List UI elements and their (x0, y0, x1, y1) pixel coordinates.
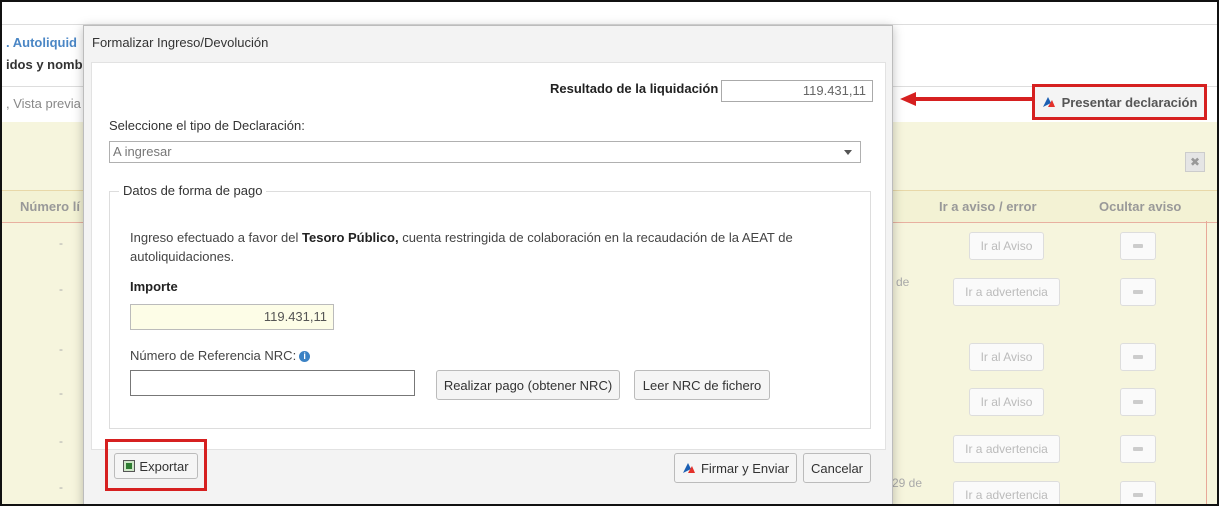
column-ir-aviso: Ir a aviso / error (939, 199, 1037, 214)
eye-slash-icon[interactable] (1120, 343, 1156, 371)
tipo-declaracion-value: A ingresar (113, 144, 172, 159)
resultado-label: Resultado de la liquidación (550, 81, 719, 96)
ingreso-description: Ingreso efectuado a favor del Tesoro Púb… (130, 228, 830, 266)
row-text-fragment: 29 de (892, 476, 923, 490)
column-numero: Número lí (20, 199, 80, 214)
eye-slash-icon[interactable] (1120, 278, 1156, 306)
aeat-logo-icon (682, 462, 696, 474)
nrc-label-row: Número de Referencia NRC: i (130, 348, 311, 363)
ir-a-advertencia-button[interactable]: Ir a advertencia (953, 278, 1060, 306)
chevron-down-icon (844, 150, 852, 155)
info-icon[interactable]: i (299, 351, 311, 363)
ir-a-advertencia-button[interactable]: Ir a advertencia (953, 481, 1060, 504)
row-number: - (59, 236, 63, 250)
row-number: - (59, 386, 63, 400)
eye-slash-icon[interactable] (1120, 481, 1156, 504)
row-number: - (59, 480, 63, 494)
page-subtitle: idos y nomb (6, 57, 83, 72)
export-icon (123, 460, 136, 472)
close-icon[interactable]: ✖ (1185, 152, 1205, 172)
eye-slash-icon[interactable] (1120, 388, 1156, 416)
screen-frame: . Autoliquid idos y nomb , Vista previa … (0, 0, 1219, 506)
importe-field: 119.431,11 (130, 304, 334, 330)
ir-a-advertencia-button[interactable]: Ir a advertencia (953, 435, 1060, 463)
realizar-pago-button[interactable]: Realizar pago (obtener NRC) (436, 370, 620, 400)
row-text-fragment: de (896, 275, 910, 289)
exportar-label: Exportar (139, 458, 189, 474)
ir-al-aviso-button[interactable]: Ir al Aviso (969, 343, 1044, 371)
firmar-enviar-label: Firmar y Enviar (700, 460, 790, 476)
firmar-enviar-button[interactable]: Firmar y Enviar (674, 453, 797, 483)
arrow-left-icon (900, 92, 1035, 106)
aeat-logo-icon (1042, 96, 1056, 108)
nrc-label: Número de Referencia NRC: (130, 348, 297, 363)
row-number: - (59, 342, 63, 356)
row-number: - (59, 282, 63, 296)
vista-previa-link[interactable]: , Vista previa (6, 96, 81, 111)
leer-nrc-button[interactable]: Leer NRC de fichero (634, 370, 770, 400)
ir-al-aviso-button[interactable]: Ir al Aviso (969, 388, 1044, 416)
formalizar-dialog: Formalizar Ingreso/Devolución Resultado … (83, 25, 893, 504)
nrc-input[interactable] (130, 370, 415, 396)
eye-slash-icon[interactable] (1120, 435, 1156, 463)
desc-prefix: Ingreso efectuado a favor del (130, 230, 303, 245)
importe-label: Importe (130, 279, 178, 294)
table-border (1206, 221, 1207, 504)
row-number: - (59, 434, 63, 448)
presentar-declaracion-label: Presentar declaración (1061, 94, 1198, 110)
tipo-declaracion-select[interactable]: A ingresar (109, 141, 861, 163)
eye-slash-icon[interactable] (1120, 232, 1156, 260)
desc-bold: Tesoro Público, (302, 230, 399, 245)
dialog-body: Resultado de la liquidación 119.431,11 S… (91, 62, 886, 450)
exportar-button[interactable]: Exportar (114, 453, 198, 479)
forma-pago-legend: Datos de forma de pago (119, 183, 267, 198)
dialog-title: Formalizar Ingreso/Devolución (92, 35, 269, 50)
ir-al-aviso-button[interactable]: Ir al Aviso (969, 232, 1044, 260)
presentar-declaracion-button[interactable]: Presentar declaración (1032, 84, 1207, 120)
resultado-field: 119.431,11 (721, 80, 873, 102)
cancelar-button[interactable]: Cancelar (803, 453, 871, 483)
column-ocultar-aviso: Ocultar aviso (1099, 199, 1182, 214)
page-title: . Autoliquid (6, 35, 77, 50)
tipo-declaracion-label: Seleccione el tipo de Declaración: (109, 118, 305, 133)
